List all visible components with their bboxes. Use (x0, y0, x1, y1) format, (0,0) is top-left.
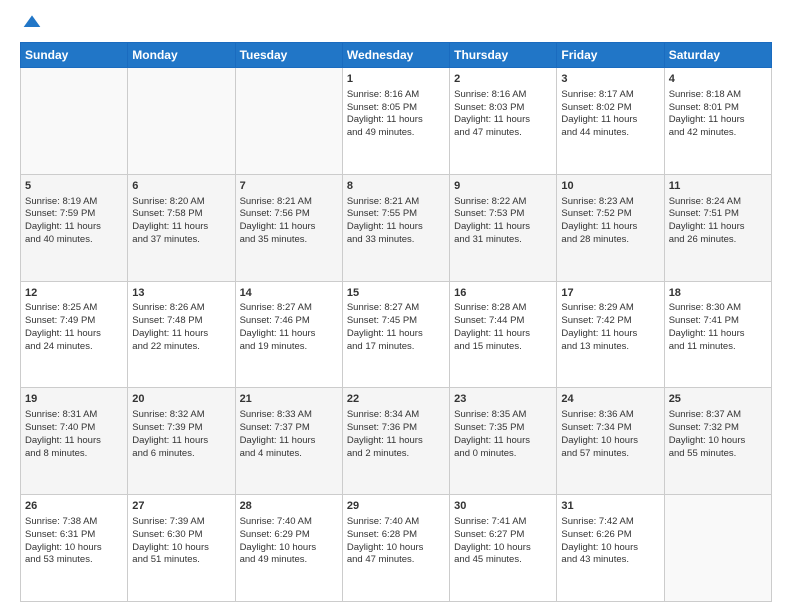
calendar-cell: 22Sunrise: 8:34 AMSunset: 7:36 PMDayligh… (342, 388, 449, 495)
day-number: 14 (240, 286, 338, 301)
calendar-cell (235, 68, 342, 175)
day-number: 24 (561, 392, 659, 407)
calendar-cell: 7Sunrise: 8:21 AMSunset: 7:56 PMDaylight… (235, 174, 342, 281)
calendar-week-2: 12Sunrise: 8:25 AMSunset: 7:49 PMDayligh… (21, 281, 772, 388)
calendar-cell: 2Sunrise: 8:16 AMSunset: 8:03 PMDaylight… (450, 68, 557, 175)
day-number: 30 (454, 499, 552, 514)
calendar-cell: 23Sunrise: 8:35 AMSunset: 7:35 PMDayligh… (450, 388, 557, 495)
day-number: 17 (561, 286, 659, 301)
calendar-cell: 16Sunrise: 8:28 AMSunset: 7:44 PMDayligh… (450, 281, 557, 388)
calendar-header-row: SundayMondayTuesdayWednesdayThursdayFrid… (21, 43, 772, 68)
day-number: 6 (132, 179, 230, 194)
calendar-cell: 20Sunrise: 8:32 AMSunset: 7:39 PMDayligh… (128, 388, 235, 495)
day-number: 21 (240, 392, 338, 407)
calendar-cell: 6Sunrise: 8:20 AMSunset: 7:58 PMDaylight… (128, 174, 235, 281)
calendar-header-friday: Friday (557, 43, 664, 68)
calendar-cell: 26Sunrise: 7:38 AMSunset: 6:31 PMDayligh… (21, 495, 128, 602)
calendar-cell: 8Sunrise: 8:21 AMSunset: 7:55 PMDaylight… (342, 174, 449, 281)
calendar-cell (21, 68, 128, 175)
calendar-week-3: 19Sunrise: 8:31 AMSunset: 7:40 PMDayligh… (21, 388, 772, 495)
day-number: 19 (25, 392, 123, 407)
calendar-cell: 29Sunrise: 7:40 AMSunset: 6:28 PMDayligh… (342, 495, 449, 602)
calendar-cell: 19Sunrise: 8:31 AMSunset: 7:40 PMDayligh… (21, 388, 128, 495)
calendar-cell: 13Sunrise: 8:26 AMSunset: 7:48 PMDayligh… (128, 281, 235, 388)
calendar-cell: 17Sunrise: 8:29 AMSunset: 7:42 PMDayligh… (557, 281, 664, 388)
calendar-cell: 12Sunrise: 8:25 AMSunset: 7:49 PMDayligh… (21, 281, 128, 388)
calendar-header-sunday: Sunday (21, 43, 128, 68)
calendar-week-1: 5Sunrise: 8:19 AMSunset: 7:59 PMDaylight… (21, 174, 772, 281)
day-number: 11 (669, 179, 767, 194)
day-number: 29 (347, 499, 445, 514)
calendar-header-tuesday: Tuesday (235, 43, 342, 68)
calendar-cell: 18Sunrise: 8:30 AMSunset: 7:41 PMDayligh… (664, 281, 771, 388)
calendar-table: SundayMondayTuesdayWednesdayThursdayFrid… (20, 42, 772, 602)
calendar-cell: 5Sunrise: 8:19 AMSunset: 7:59 PMDaylight… (21, 174, 128, 281)
calendar-cell (664, 495, 771, 602)
calendar-cell: 11Sunrise: 8:24 AMSunset: 7:51 PMDayligh… (664, 174, 771, 281)
calendar-header-thursday: Thursday (450, 43, 557, 68)
calendar-header-saturday: Saturday (664, 43, 771, 68)
calendar-cell: 31Sunrise: 7:42 AMSunset: 6:26 PMDayligh… (557, 495, 664, 602)
day-number: 4 (669, 72, 767, 87)
calendar-cell: 1Sunrise: 8:16 AMSunset: 8:05 PMDaylight… (342, 68, 449, 175)
calendar-week-4: 26Sunrise: 7:38 AMSunset: 6:31 PMDayligh… (21, 495, 772, 602)
calendar-cell: 25Sunrise: 8:37 AMSunset: 7:32 PMDayligh… (664, 388, 771, 495)
calendar-cell: 9Sunrise: 8:22 AMSunset: 7:53 PMDaylight… (450, 174, 557, 281)
calendar-cell: 28Sunrise: 7:40 AMSunset: 6:29 PMDayligh… (235, 495, 342, 602)
day-number: 28 (240, 499, 338, 514)
calendar-week-0: 1Sunrise: 8:16 AMSunset: 8:05 PMDaylight… (21, 68, 772, 175)
page: SundayMondayTuesdayWednesdayThursdayFrid… (0, 0, 792, 612)
calendar-cell: 15Sunrise: 8:27 AMSunset: 7:45 PMDayligh… (342, 281, 449, 388)
calendar-header-wednesday: Wednesday (342, 43, 449, 68)
day-number: 15 (347, 286, 445, 301)
day-number: 22 (347, 392, 445, 407)
calendar-cell (128, 68, 235, 175)
day-number: 25 (669, 392, 767, 407)
day-number: 27 (132, 499, 230, 514)
day-number: 23 (454, 392, 552, 407)
calendar-cell: 14Sunrise: 8:27 AMSunset: 7:46 PMDayligh… (235, 281, 342, 388)
day-number: 9 (454, 179, 552, 194)
day-number: 12 (25, 286, 123, 301)
header (20, 16, 772, 32)
day-number: 16 (454, 286, 552, 301)
logo-icon (22, 12, 42, 32)
day-number: 18 (669, 286, 767, 301)
calendar-cell: 3Sunrise: 8:17 AMSunset: 8:02 PMDaylight… (557, 68, 664, 175)
day-number: 31 (561, 499, 659, 514)
calendar-cell: 10Sunrise: 8:23 AMSunset: 7:52 PMDayligh… (557, 174, 664, 281)
calendar-cell: 30Sunrise: 7:41 AMSunset: 6:27 PMDayligh… (450, 495, 557, 602)
day-number: 13 (132, 286, 230, 301)
day-number: 2 (454, 72, 552, 87)
day-number: 1 (347, 72, 445, 87)
day-number: 26 (25, 499, 123, 514)
calendar-header-monday: Monday (128, 43, 235, 68)
day-number: 20 (132, 392, 230, 407)
calendar-cell: 4Sunrise: 8:18 AMSunset: 8:01 PMDaylight… (664, 68, 771, 175)
day-number: 3 (561, 72, 659, 87)
day-number: 8 (347, 179, 445, 194)
calendar-cell: 27Sunrise: 7:39 AMSunset: 6:30 PMDayligh… (128, 495, 235, 602)
day-number: 5 (25, 179, 123, 194)
day-number: 10 (561, 179, 659, 194)
calendar-cell: 24Sunrise: 8:36 AMSunset: 7:34 PMDayligh… (557, 388, 664, 495)
calendar-cell: 21Sunrise: 8:33 AMSunset: 7:37 PMDayligh… (235, 388, 342, 495)
logo (20, 16, 42, 32)
day-number: 7 (240, 179, 338, 194)
